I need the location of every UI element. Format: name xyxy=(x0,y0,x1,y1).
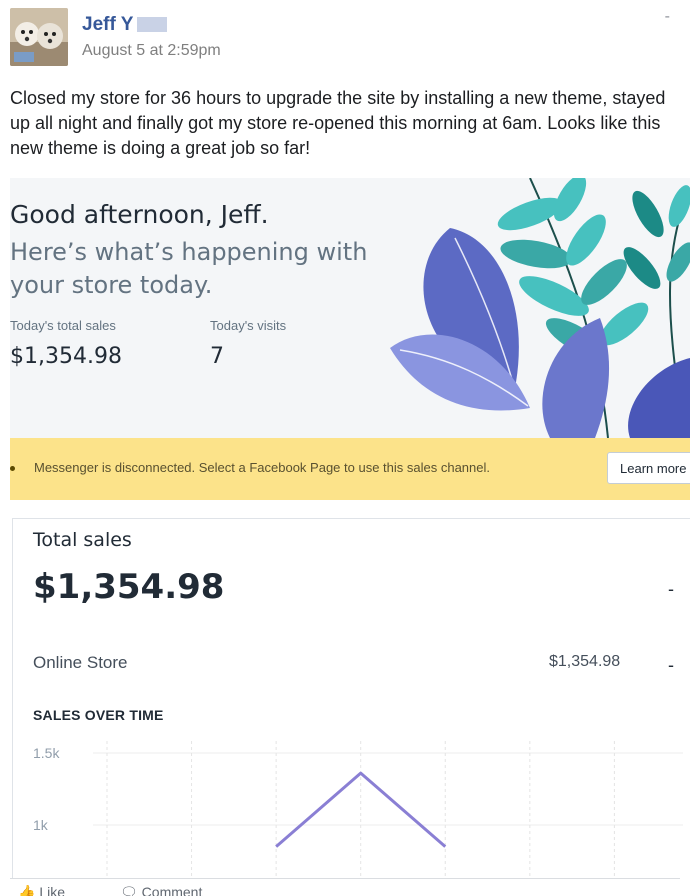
greeting-heading: Good afternoon, Jeff. xyxy=(10,200,269,229)
redaction-block xyxy=(137,17,168,33)
like-icon: 👍 xyxy=(18,884,36,896)
comment-label: Comment xyxy=(141,884,203,896)
chart-y-tick-label: 1.5k xyxy=(33,745,60,761)
banner-bullet-icon xyxy=(10,466,15,471)
author-name[interactable]: Jeff Y xyxy=(82,14,168,36)
sales-over-time-title: SALES OVER TIME xyxy=(33,707,164,723)
sales-over-time-chart: 1.5k 1k xyxy=(33,741,683,878)
total-sales-title: Total sales xyxy=(33,529,132,551)
post-body: Closed my store for 36 hours to upgrade … xyxy=(10,88,666,158)
metric-visits-label: Today's visits xyxy=(210,318,287,333)
post-timestamp[interactable]: August 5 at 2:59pm xyxy=(82,42,221,60)
online-store-trend-indicator: - xyxy=(668,655,674,675)
total-sales-value: $1,354.98 xyxy=(33,567,225,607)
post-header: Jeff Y August 5 at 2:59pm - xyxy=(10,8,670,68)
metric-sales-label: Today's total sales xyxy=(10,318,116,333)
metric-sales-value: $1,354.98 xyxy=(10,344,122,369)
banner-message: Messenger is disconnected. Select a Face… xyxy=(34,460,490,475)
footer-divider xyxy=(10,878,680,879)
online-store-label: Online Store xyxy=(33,653,128,672)
total-trend-indicator: - xyxy=(668,579,674,599)
author-name-text[interactable]: Jeff Y xyxy=(82,14,133,35)
post-options-icon[interactable]: - xyxy=(665,8,670,26)
online-store-value: $1,354.98 xyxy=(549,653,621,670)
greeting-subheading: Here’s what’s happening with your store … xyxy=(10,238,368,299)
learn-more-button[interactable]: Learn more xyxy=(607,452,690,484)
total-sales-card: Total sales $1,354.98 - Online Store $1,… xyxy=(12,518,690,878)
comment-icon: 🗨 xyxy=(120,884,138,896)
like-button[interactable]: 👍 Like xyxy=(18,884,65,896)
leaf-illustration xyxy=(390,178,690,438)
avatar[interactable] xyxy=(10,8,68,66)
metric-visits-value: 7 xyxy=(210,344,224,369)
chart-y-tick-label: 1k xyxy=(33,817,49,833)
comment-button[interactable]: 🗨 Comment xyxy=(120,884,202,896)
like-label: Like xyxy=(39,884,66,896)
dashboard-hero: Good afternoon, Jeff. Here’s what’s happ… xyxy=(10,178,690,438)
messenger-banner: Messenger is disconnected. Select a Face… xyxy=(10,438,690,500)
dashboard-screenshot: Good afternoon, Jeff. Here’s what’s happ… xyxy=(10,178,690,878)
